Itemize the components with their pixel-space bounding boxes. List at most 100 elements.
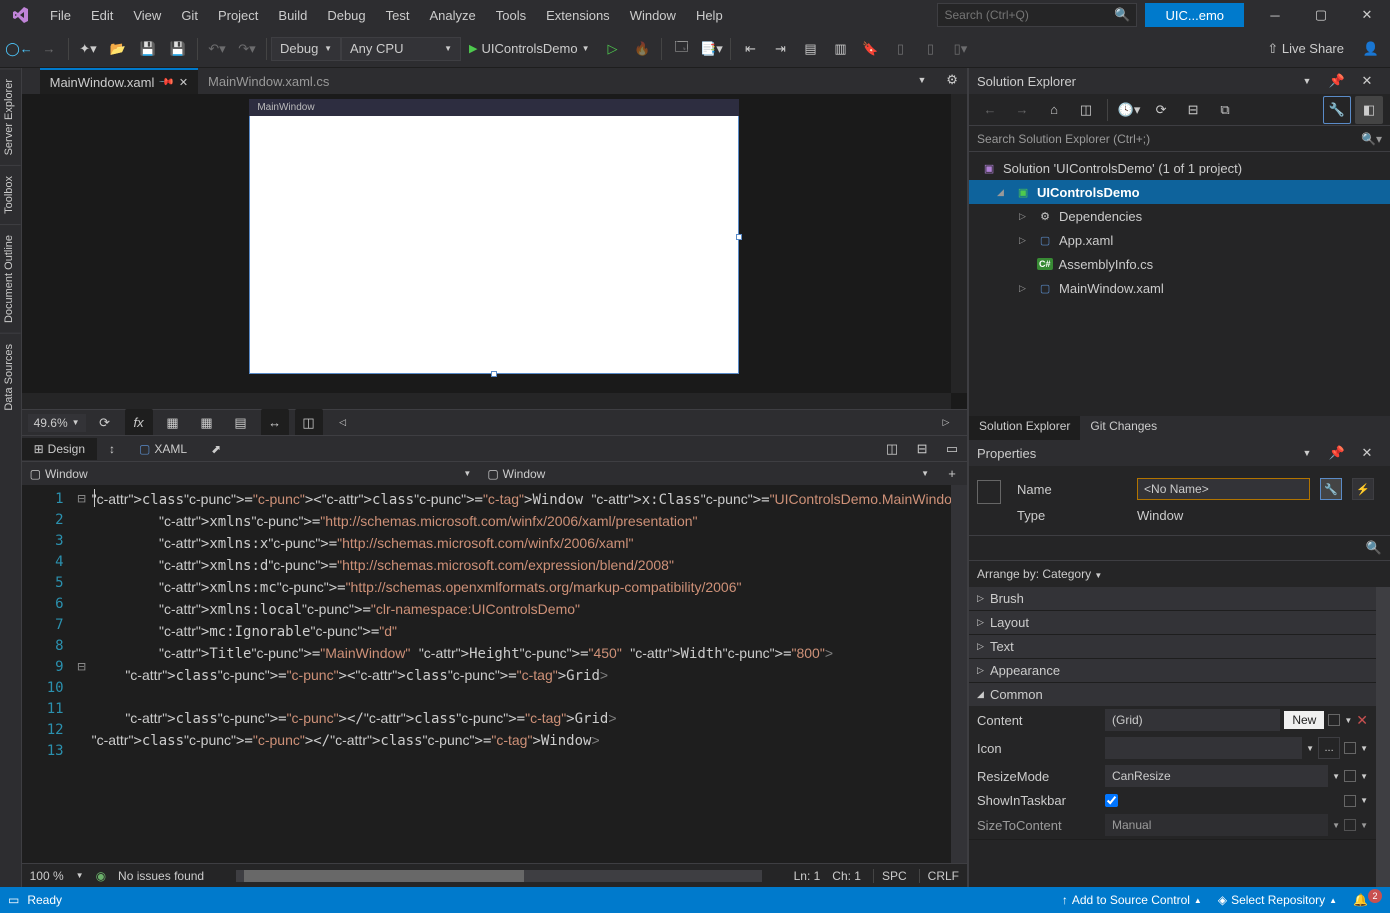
- indent-indicator[interactable]: SPC: [873, 869, 907, 883]
- browse-button[interactable]: ...: [1318, 737, 1340, 759]
- new-button[interactable]: New: [1284, 711, 1324, 729]
- uncomment-button[interactable]: ▥: [826, 35, 854, 63]
- config-combo[interactable]: Debug▼: [271, 37, 341, 61]
- name-input[interactable]: [1137, 478, 1310, 500]
- design-surface[interactable]: MainWindow: [22, 94, 967, 409]
- sizetocontent-combo[interactable]: Manual: [1105, 814, 1328, 836]
- minimize-button[interactable]: ─: [1252, 0, 1298, 30]
- menu-view[interactable]: View: [123, 0, 171, 30]
- property-categories[interactable]: ▷Brush ▷Layout ▷Text ▷Appearance ◢Common…: [969, 587, 1376, 887]
- redo-button[interactable]: ↷▾: [233, 35, 261, 63]
- menu-build[interactable]: Build: [268, 0, 317, 30]
- marker-icon[interactable]: [1344, 795, 1356, 807]
- tab-mainwindow-xaml-cs[interactable]: MainWindow.xaml.cs: [198, 68, 339, 94]
- cat-common[interactable]: ◢Common: [969, 683, 1376, 706]
- breadcrumb-1[interactable]: ▢Window▼: [22, 467, 480, 481]
- menu-git[interactable]: Git: [171, 0, 208, 30]
- resize-handle[interactable]: [736, 234, 742, 240]
- solution-tree[interactable]: ▣ Solution 'UIControlsDemo' (1 of 1 proj…: [969, 152, 1390, 416]
- tab-options-button[interactable]: ⚙: [938, 68, 966, 94]
- marker-icon[interactable]: [1344, 819, 1356, 831]
- marker-icon[interactable]: [1344, 742, 1356, 754]
- properties-scrollbar[interactable]: [1376, 587, 1390, 887]
- breadcrumb-2[interactable]: ▢Window▼: [479, 467, 937, 481]
- cat-brush[interactable]: ▷Brush: [969, 587, 1376, 610]
- pin-icon[interactable]: 📌: [1323, 440, 1351, 467]
- live-share-button[interactable]: ⇧ Live Share: [1255, 41, 1356, 57]
- output-icon[interactable]: ▭: [8, 893, 19, 907]
- events-mode-button[interactable]: ⚡: [1352, 478, 1374, 500]
- account-button[interactable]: 👤: [1357, 35, 1385, 63]
- xaml-editor[interactable]: 12345678910111213 ⊟⊟ "c-attr">class"c-pu…: [22, 485, 967, 863]
- cat-text[interactable]: ▷Text: [969, 635, 1376, 658]
- marker-icon[interactable]: [1344, 770, 1356, 782]
- properties-mode-button[interactable]: 🔧: [1320, 478, 1342, 500]
- menu-test[interactable]: Test: [376, 0, 420, 30]
- global-search[interactable]: 🔍: [937, 3, 1137, 27]
- git-changes-tab[interactable]: Git Changes: [1080, 416, 1167, 440]
- resize-handle[interactable]: [491, 371, 497, 377]
- project-node[interactable]: ◢ ▣ UIControlsDemo: [969, 180, 1390, 204]
- split-mode-3[interactable]: ▭: [938, 435, 966, 463]
- server-explorer-tab[interactable]: Server Explorer: [0, 68, 21, 165]
- pending-changes-icon[interactable]: 🕓▾: [1115, 96, 1143, 124]
- editor-zoom[interactable]: 100 %: [30, 869, 64, 883]
- home-icon[interactable]: ⌂: [1040, 96, 1068, 124]
- xaml-subtab[interactable]: ▢XAML: [127, 438, 199, 460]
- split-mode-2[interactable]: ⊟: [908, 435, 936, 463]
- start-debug-button[interactable]: ▶UIControlsDemo ▼: [461, 35, 597, 63]
- guides-icon[interactable]: ▤: [227, 409, 255, 437]
- col-indicator[interactable]: Ch: 1: [832, 869, 861, 883]
- indent-left-button[interactable]: ⇤: [736, 35, 764, 63]
- close-tab-icon[interactable]: ✕: [179, 76, 188, 89]
- indent-right-button[interactable]: ⇥: [766, 35, 794, 63]
- undo-button[interactable]: ↶▾: [203, 35, 231, 63]
- marker-icon[interactable]: [1328, 714, 1340, 726]
- preview-button[interactable]: ◧: [1355, 96, 1383, 124]
- swap-panes-button[interactable]: ↕: [97, 438, 127, 460]
- editor-scrollbar-h[interactable]: [236, 870, 761, 882]
- tool-btn-1[interactable]: ↔: [261, 409, 289, 437]
- properties-button[interactable]: 🔧: [1323, 96, 1351, 124]
- showintaskbar-checkbox[interactable]: [1105, 794, 1118, 807]
- fx-icon[interactable]: fx: [125, 409, 153, 437]
- switch-views-icon[interactable]: ◫: [1072, 96, 1100, 124]
- pin-icon[interactable]: 📌: [158, 74, 175, 91]
- notifications-button[interactable]: 🔔2: [1345, 887, 1390, 913]
- show-all-icon[interactable]: ⧉: [1211, 96, 1239, 124]
- close-icon[interactable]: ✕: [1353, 68, 1381, 95]
- toolbox-tab[interactable]: Toolbox: [0, 165, 21, 224]
- menu-analyze[interactable]: Analyze: [419, 0, 485, 30]
- browse-button[interactable]: 🗔: [667, 35, 695, 63]
- collapse-icon[interactable]: ⊟: [1179, 96, 1207, 124]
- forward-icon[interactable]: →: [1008, 96, 1036, 124]
- save-all-button[interactable]: 💾: [164, 35, 192, 63]
- preview-window[interactable]: MainWindow: [249, 99, 739, 374]
- mainwindow-xaml-node[interactable]: ▷ ▢ MainWindow.xaml: [969, 276, 1390, 300]
- hot-reload-button[interactable]: 🔥: [628, 35, 656, 63]
- sync-icon[interactable]: ⟳: [1147, 96, 1175, 124]
- resizemode-combo[interactable]: CanResize: [1105, 765, 1328, 787]
- icon-value[interactable]: [1105, 737, 1302, 759]
- bookmark-prev-button[interactable]: ▯: [886, 35, 914, 63]
- solution-explorer-tab[interactable]: Solution Explorer: [969, 416, 1080, 440]
- cat-appearance[interactable]: ▷Appearance: [969, 659, 1376, 682]
- bookmark-button[interactable]: 🔖: [856, 35, 884, 63]
- properties-search[interactable]: 🔍: [969, 536, 1390, 561]
- back-icon[interactable]: ←: [976, 96, 1004, 124]
- code-area[interactable]: "c-attr">class"c-punc">="c-punc"><"c-att…: [92, 485, 967, 863]
- refresh-icon[interactable]: ⟳: [91, 409, 119, 437]
- bookmark-clear-button[interactable]: ▯▾: [946, 35, 974, 63]
- reset-icon[interactable]: ✕: [1356, 712, 1368, 729]
- popout-button[interactable]: ⬈: [199, 438, 233, 460]
- select-repository[interactable]: ◈Select Repository▲: [1210, 887, 1345, 913]
- designer-scrollbar-v[interactable]: [951, 94, 967, 393]
- designer-scrollbar-h[interactable]: [22, 393, 951, 409]
- content-value[interactable]: (Grid): [1105, 709, 1280, 731]
- menu-file[interactable]: File: [40, 0, 81, 30]
- issues-label[interactable]: No issues found: [118, 869, 204, 883]
- eol-indicator[interactable]: CRLF: [919, 869, 959, 883]
- split-mode-1[interactable]: ◫: [878, 435, 906, 463]
- close-button[interactable]: ✕: [1344, 0, 1390, 30]
- tab-overflow-button[interactable]: ▼: [908, 68, 936, 94]
